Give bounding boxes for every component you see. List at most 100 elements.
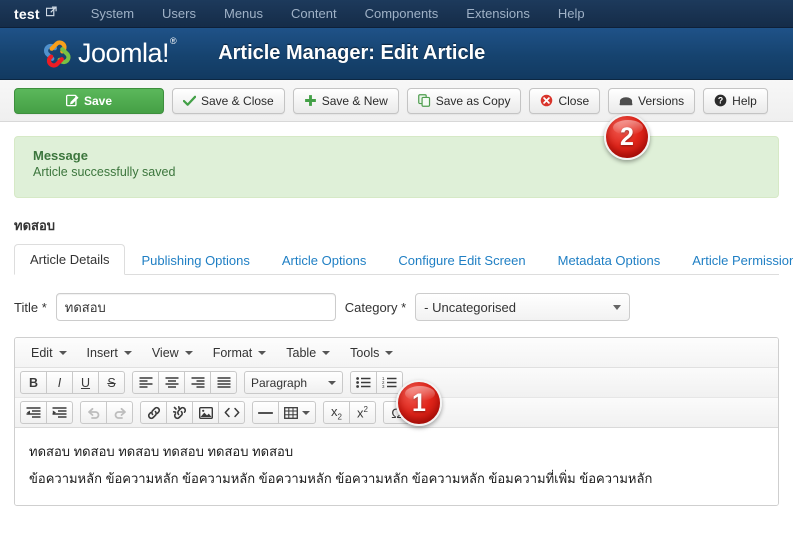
topnav-item-content[interactable]: Content: [277, 6, 351, 21]
unlink-icon[interactable]: [166, 401, 193, 424]
bullet-list-icon[interactable]: [350, 371, 377, 394]
subscript-icon[interactable]: x2: [323, 401, 350, 424]
joomla-admin-screen: test System Users Menus Content Componen…: [0, 0, 793, 544]
editor-menu-insert-label: Insert: [86, 345, 118, 360]
edit-pencil-icon: [65, 94, 79, 107]
insert-group: [140, 401, 245, 424]
save-and-close-button[interactable]: Save & Close: [172, 87, 285, 114]
history-group: [80, 401, 133, 424]
align-left-icon[interactable]: [132, 371, 159, 394]
close-button[interactable]: Close: [529, 87, 601, 114]
editor-menu-format[interactable]: Format: [203, 342, 277, 364]
editor-menu-table[interactable]: Table: [276, 342, 340, 364]
external-link-icon[interactable]: [45, 6, 57, 20]
chevron-down-icon: [613, 304, 622, 310]
versions-button-label: Versions: [638, 93, 685, 108]
editor-menubar: Edit Insert View Format Table Tools: [15, 338, 778, 368]
tab-article-details[interactable]: Article Details: [14, 244, 126, 275]
source-code-icon[interactable]: [218, 401, 245, 424]
page-title: Article Manager: Edit Article: [218, 42, 486, 64]
save-as-copy-button[interactable]: Save as Copy: [406, 87, 522, 114]
bold-icon[interactable]: B: [20, 371, 47, 394]
superscript-icon[interactable]: x2: [349, 401, 376, 424]
close-circle-icon: [540, 94, 553, 107]
category-label: Category *: [344, 299, 407, 315]
tinymce-editor: Edit Insert View Format Table Tools B I …: [14, 337, 779, 507]
tab-configure-edit-screen[interactable]: Configure Edit Screen: [382, 245, 541, 275]
undo-icon[interactable]: [80, 401, 107, 424]
align-justify-icon[interactable]: [210, 371, 237, 394]
editor-menu-tools[interactable]: Tools: [340, 342, 403, 364]
chevron-down-icon: [123, 350, 132, 355]
editor-paragraph-1: ทดสอบ ทดสอบ ทดสอบ ทดสอบ ทดสอบ ทดสอบ: [29, 444, 294, 459]
topnav-item-system[interactable]: System: [77, 6, 148, 21]
help-button[interactable]: ? Help: [703, 87, 768, 114]
admin-nav: System Users Menus Content Components Ex…: [77, 6, 599, 21]
check-icon: [183, 95, 196, 107]
title-label: Title *: [14, 299, 47, 315]
outdent-icon[interactable]: [20, 401, 47, 424]
tab-metadata-options[interactable]: Metadata Options: [542, 245, 677, 275]
topnav-item-help[interactable]: Help: [544, 6, 599, 21]
save-and-new-label: Save & New: [321, 93, 388, 108]
editor-menu-insert[interactable]: Insert: [77, 342, 142, 364]
italic-icon[interactable]: I: [46, 371, 73, 394]
category-select[interactable]: - Uncategorised: [415, 293, 631, 321]
redo-icon[interactable]: [106, 401, 133, 424]
align-right-icon[interactable]: [184, 371, 211, 394]
link-icon[interactable]: [140, 401, 167, 424]
plus-icon: [304, 94, 317, 107]
tab-publishing-options[interactable]: Publishing Options: [125, 245, 265, 275]
admin-top-menu-bar: test System Users Menus Content Componen…: [0, 0, 793, 28]
help-circle-icon: ?: [714, 94, 727, 107]
table-icon[interactable]: [278, 401, 316, 424]
copy-icon: [417, 94, 431, 107]
tab-article-permissions[interactable]: Article Permissions: [676, 245, 793, 275]
topnav-item-extensions[interactable]: Extensions: [452, 6, 544, 21]
editor-menu-view-label: View: [151, 345, 179, 360]
svg-text:?: ?: [718, 96, 723, 106]
editor-menu-edit[interactable]: Edit: [21, 342, 77, 364]
editor-menu-format-label: Format: [212, 345, 253, 360]
editor-menu-view[interactable]: View: [142, 342, 203, 364]
alignment-group: [132, 371, 237, 394]
category-select-value: - Uncategorised: [424, 299, 516, 315]
align-center-icon[interactable]: [158, 371, 185, 394]
format-select[interactable]: Paragraph: [244, 371, 343, 394]
format-select-value: Paragraph: [251, 375, 308, 390]
app-header: Joomla!® Article Manager: Edit Article: [0, 28, 793, 80]
archive-icon: [619, 95, 633, 106]
save-and-new-button[interactable]: Save & New: [292, 87, 399, 114]
help-button-label: Help: [732, 93, 757, 108]
topnav-item-components[interactable]: Components: [351, 6, 453, 21]
editor-menu-tools-label: Tools: [350, 345, 380, 360]
editor-menu-edit-label: Edit: [31, 345, 53, 360]
tab-article-options[interactable]: Article Options: [266, 245, 383, 275]
editor-content-area[interactable]: ทดสอบ ทดสอบ ทดสอบ ทดสอบ ทดสอบ ทดสอบ ข้อค…: [15, 428, 778, 506]
strikethrough-icon[interactable]: S: [98, 371, 125, 394]
save-button[interactable]: Save: [14, 87, 164, 114]
script-group: x2 x2: [323, 401, 376, 424]
topnav-item-menus[interactable]: Menus: [210, 6, 277, 21]
main-content: Message Article successfully saved ทดสอบ…: [0, 136, 793, 507]
versions-button[interactable]: Versions: [608, 87, 696, 114]
callout-badge-2: 2: [604, 114, 650, 160]
text-style-group: B I U S: [20, 371, 125, 394]
horizontal-rule-icon[interactable]: [252, 401, 279, 424]
callout-badge-1: 1: [396, 380, 442, 426]
list-group: 123: [350, 371, 403, 394]
status-message-alert: Message Article successfully saved: [14, 136, 779, 198]
joomla-logo[interactable]: Joomla!®: [40, 36, 177, 71]
editor-toolbar-row-1: B I U S Paragraph 1 2 3: [15, 368, 778, 398]
image-icon[interactable]: [192, 401, 219, 424]
editor-paragraph-2: ข้อความหลัก ข้อความหลัก ข้อความหลัก ข้อค…: [29, 470, 653, 486]
save-button-label: Save: [83, 93, 113, 108]
title-input[interactable]: [55, 293, 336, 321]
underline-icon[interactable]: U: [72, 371, 99, 394]
chevron-down-icon: [184, 350, 193, 355]
indent-icon[interactable]: [46, 401, 73, 424]
chevron-down-icon: [322, 350, 331, 355]
site-brand-label[interactable]: test: [14, 6, 40, 22]
topnav-item-users[interactable]: Users: [148, 6, 210, 21]
chevron-down-icon: [328, 380, 336, 385]
